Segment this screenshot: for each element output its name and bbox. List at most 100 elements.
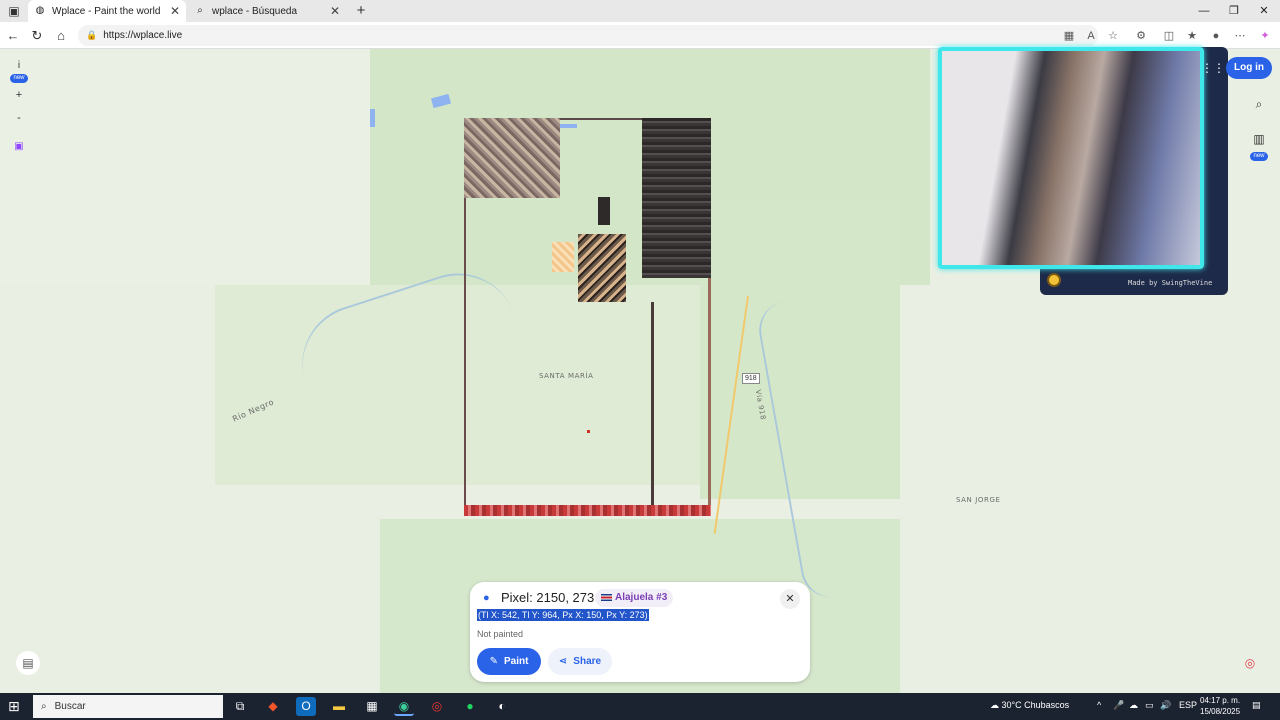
map-water (370, 109, 375, 127)
paint-button[interactable]: ✎ Paint (477, 648, 541, 675)
map-pin-icon: ● (483, 592, 490, 604)
microphone-icon[interactable]: 🎤 (1113, 700, 1124, 711)
alliance-badge[interactable]: Alajuela #3 (595, 589, 674, 607)
address-bar: ← ↻ ⌂ 🔒 https://wplace.live ▦ Aあ ☆ ⚙ ◫ ★… (0, 22, 1280, 60)
home-icon[interactable]: ⌂ (51, 26, 71, 46)
lock-icon: 🔒 (86, 30, 98, 40)
search-location-icon[interactable]: ⌕ (1248, 97, 1270, 112)
road-shield: 918 (742, 373, 760, 384)
edge-icon[interactable]: ◉ (394, 697, 414, 716)
alliance-name: Alajuela #3 (615, 592, 668, 603)
webcam-feed (938, 47, 1204, 269)
extensions-icon[interactable]: ⚙ (1132, 27, 1150, 45)
new-badge: new (10, 74, 28, 83)
tab-actions-icon[interactable]: ▣ (4, 2, 24, 20)
share-button[interactable]: ⋖ Share (548, 648, 612, 675)
store-icon[interactable]: ▦ (362, 697, 382, 716)
pixel-art-block (578, 234, 626, 302)
minimize-button[interactable]: — (1190, 2, 1218, 20)
info-icon: i (17, 60, 21, 71)
tab-title: wplace - Búsqueda (212, 5, 298, 17)
pixel-art-bottom-edge (464, 505, 711, 516)
pixel-title: Pixel: 2150, 273 (501, 590, 595, 605)
selected-pixel-marker (587, 430, 590, 433)
overlay-credit: Made by SwingTheVine (1128, 279, 1213, 287)
favorite-star-icon[interactable]: ☆ (1104, 27, 1122, 45)
leaderboard-icon: ▥ (1253, 132, 1265, 146)
clock-time: 04:17 p. m. (1200, 696, 1241, 705)
pixel-coords[interactable]: (Tl X: 542, Tl Y: 964, Px X: 150, Px Y: … (477, 609, 649, 621)
chevron-up-icon[interactable]: ^ (1097, 700, 1101, 710)
cloud-sync-icon[interactable]: ☁ (1129, 700, 1138, 711)
network-icon[interactable]: ▭ (1145, 700, 1154, 711)
pixel-art-block (464, 118, 560, 198)
grid-menu-icon[interactable]: ⋮⋮ (1201, 56, 1225, 80)
overlay-coin-icon[interactable] (1047, 273, 1061, 287)
taskbar: ⊞ ⌕ Buscar ⧉ ◆ O ▬ ▦ ◉ ◎ ● ◐ ☁ 30°C Chub… (0, 693, 1280, 720)
pixel-status: Not painted (477, 629, 524, 639)
taskbar-search[interactable]: ⌕ Buscar (33, 695, 223, 718)
task-view-icon[interactable]: ⧉ (230, 697, 250, 716)
weather-text: 30°C Chubascos (1001, 700, 1070, 710)
volume-icon[interactable]: 🔊 (1160, 700, 1171, 711)
profile-avatar-icon[interactable]: ● (1207, 27, 1225, 45)
weather-widget[interactable]: ☁ 30°C Chubascos (990, 700, 1069, 711)
tab-search[interactable]: ⌕ wplace - Búsqueda ✕ (188, 0, 346, 22)
language-indicator[interactable]: ESP (1179, 700, 1197, 710)
pixel-art-block (552, 242, 574, 272)
pixel-art-block (598, 197, 610, 225)
globe-icon: ◍ (35, 5, 45, 16)
split-screen-icon[interactable]: ◫ (1160, 27, 1178, 45)
url-input[interactable]: 🔒 https://wplace.live (78, 25, 1098, 46)
close-icon[interactable]: ✕ (170, 4, 180, 18)
windows-start-icon[interactable]: ⊞ (8, 698, 20, 715)
pencil-icon: ✎ (489, 656, 498, 667)
new-tab-button[interactable]: + (352, 2, 370, 20)
maximize-button[interactable]: ❐ (1220, 2, 1248, 20)
file-explorer-icon[interactable]: ▬ (329, 697, 349, 716)
cloud-icon: ☁ (990, 700, 999, 710)
clock-date: 15/08/2025 (1200, 707, 1241, 716)
tab-wplace[interactable]: ◍ Wplace - Paint the world ✕ (28, 0, 186, 22)
url-text: https://wplace.live (103, 30, 183, 41)
new-badge: new (1250, 152, 1268, 161)
pixel-art-block (642, 118, 711, 278)
search-icon: ⌕ (41, 701, 47, 712)
close-icon[interactable]: ✕ (780, 589, 800, 609)
more-menu-icon[interactable]: ⋯ (1231, 27, 1249, 45)
obs-icon[interactable]: ◎ (427, 697, 447, 716)
leaderboard-button[interactable]: ▥ new (1248, 132, 1270, 161)
taskbar-search-placeholder: Buscar (54, 701, 86, 712)
locate-icon[interactable]: ◎ (1238, 651, 1262, 675)
share-icon: ⋖ (558, 656, 568, 667)
app-available-icon[interactable]: ▦ (1060, 27, 1078, 45)
close-window-button[interactable]: ✕ (1250, 2, 1278, 20)
copilot-icon[interactable]: ✦ (1256, 27, 1274, 45)
twitch-icon[interactable]: ▣ (8, 141, 30, 152)
login-button[interactable]: Log in (1226, 57, 1272, 79)
favorites-icon[interactable]: ★ (1183, 27, 1201, 45)
zoom-out-button[interactable]: - (8, 112, 30, 124)
tab-bar: ▣ ◍ Wplace - Paint the world ✕ ⌕ wplace … (0, 0, 1280, 22)
close-icon[interactable]: ✕ (330, 4, 340, 18)
map-label-san-jorge: SAN JORGE (956, 496, 1001, 504)
app-icon[interactable]: ◐ (492, 697, 512, 716)
share-label: Share (573, 656, 602, 667)
outlook-icon[interactable]: O (296, 697, 316, 716)
info-button[interactable]: i new (8, 60, 30, 83)
notification-icon[interactable]: ▤ (1252, 700, 1261, 711)
costa-rica-flag-icon (601, 594, 612, 601)
map-clearing-area (0, 49, 370, 285)
brave-icon[interactable]: ◆ (263, 697, 283, 716)
reload-icon[interactable]: ↻ (27, 26, 47, 46)
back-icon[interactable]: ← (3, 26, 23, 46)
zoom-in-button[interactable]: + (8, 89, 30, 101)
search-icon: ⌕ (197, 5, 203, 16)
spotify-icon[interactable]: ● (460, 697, 480, 716)
layers-icon[interactable]: ▤ (16, 651, 40, 675)
translate-icon[interactable]: Aあ (1082, 27, 1100, 60)
pixel-info-popup: ● Pixel: 2150, 273 Alajuela #3 ✕ (Tl X: … (470, 582, 810, 682)
tab-title: Wplace - Paint the world (52, 5, 161, 17)
clock[interactable]: 04:17 p. m. 15/08/2025 (1200, 695, 1240, 717)
pixel-art-line (651, 302, 654, 507)
